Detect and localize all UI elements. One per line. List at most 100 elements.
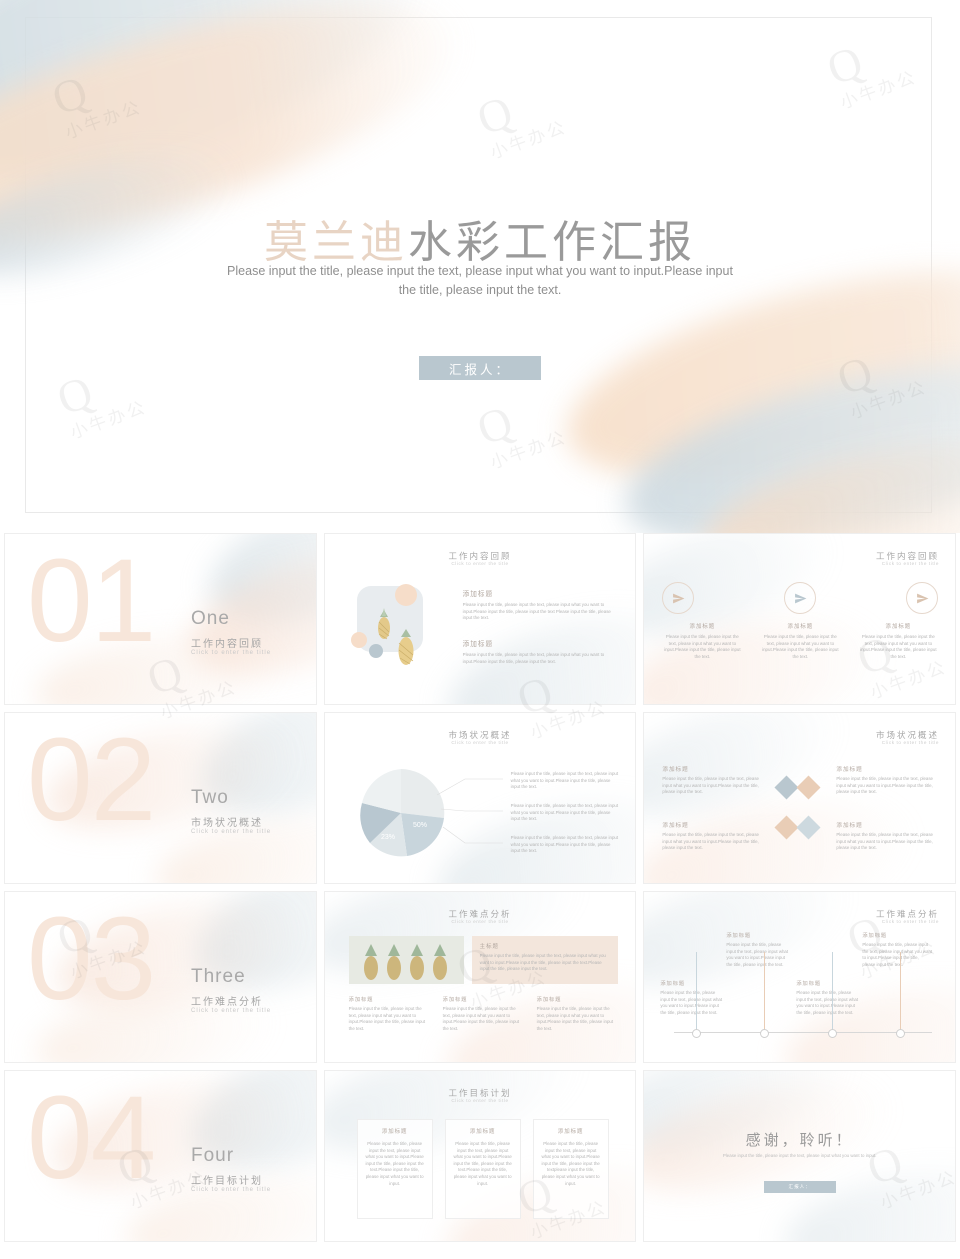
slide-subtitle: Click to enter the title	[451, 740, 509, 745]
block-text: Please input the title, please input the…	[662, 832, 760, 851]
svg-text:50%: 50%	[413, 822, 427, 829]
slide-section-03[interactable]: 03 Three 工作难点分析 Click to enter the title	[4, 891, 317, 1063]
block-topleft: 添加标题 Please input the title, please inpu…	[662, 765, 768, 796]
block-text: Please input the title, please input the…	[462, 652, 605, 664]
step-label: 添加标题	[660, 981, 686, 987]
reporter-badge[interactable]: 汇报人：	[419, 356, 541, 380]
slide-subtitle: Click to enter the title	[451, 919, 509, 924]
column-text: Please input the title, please input the…	[762, 634, 839, 659]
diamond-badge[interactable]	[774, 815, 799, 840]
slide-1c-content[interactable]: 工作内容回顾 Click to enter the title 添加标题 Ple…	[643, 533, 957, 705]
slide-row-2: 02 Two 市场状况概述 Click to enter the title 市…	[0, 712, 960, 891]
timeline-dot[interactable]	[692, 1029, 702, 1038]
block-label: 添加标题	[836, 823, 863, 829]
slide-section-04[interactable]: 04 Four 工作目标计划 Click to enter the title	[4, 1070, 317, 1242]
section-title-cn: 工作目标计划	[191, 1176, 263, 1187]
panel-text: Please input the title, please input the…	[479, 953, 606, 972]
block-label: 添加标题	[662, 823, 689, 829]
chart-note-2: Please input the title, please input the…	[510, 803, 619, 822]
send-icon[interactable]	[662, 582, 695, 614]
section-subtitle: Click to enter the title	[191, 1008, 272, 1014]
slide-1b-content[interactable]: 工作内容回顾 Click to enter the title 添加标题 Ple…	[323, 533, 637, 705]
section-subtitle: Click to enter the title	[191, 829, 272, 835]
block-bottomleft: 添加标题 Please input the title, please inpu…	[662, 821, 768, 852]
diamond-badge[interactable]	[796, 815, 821, 840]
step-label: 添加标题	[862, 933, 888, 939]
section-title-cn: 工作内容回顾	[191, 639, 263, 650]
step-label: 添加标题	[726, 933, 752, 939]
slide-2b-chart[interactable]: 市场状况概述 Click to enter the title 23% 50% …	[323, 712, 637, 884]
section-title-en: One	[191, 608, 230, 629]
block-label: 添加标题	[462, 641, 494, 648]
timeline-dot[interactable]	[760, 1029, 770, 1038]
section-title-en: Three	[191, 966, 246, 987]
block-label: 添加标题	[662, 767, 689, 773]
column-label: 添加标题	[885, 624, 912, 630]
slide-row-4: 04 Four 工作目标计划 Click to enter the title …	[0, 1070, 960, 1249]
item-text: Please input the title, please input the…	[348, 1006, 426, 1031]
timeline-connector-3	[832, 952, 834, 1032]
bottom-item-1: 添加标题 Please input the title, please inpu…	[349, 996, 429, 1032]
column-text: Please input the title, please input the…	[860, 634, 937, 659]
step-label: 添加标题	[796, 981, 822, 987]
page-title: 莫兰迪水彩工作汇报	[0, 206, 960, 270]
section-title-en: Four	[191, 1145, 235, 1166]
step-text: Please input the title, please input the…	[660, 990, 723, 1015]
plan-card-3[interactable]: 添加标题 Please input the title, please inpu…	[532, 1119, 609, 1219]
block-text: Please input the title, please input the…	[836, 776, 934, 795]
block-label: 添加标题	[836, 767, 863, 773]
page-title-main: 水彩工作汇报	[408, 217, 696, 268]
card-text: Please input the title, please input the…	[541, 1141, 600, 1186]
slide-3c-timeline[interactable]: 工作难点分析 Click to enter the title 添加标题 Ple…	[643, 891, 957, 1063]
slide-section-01[interactable]: 01 One 工作内容回顾 Click to enter the title	[4, 533, 317, 705]
diamond-badge[interactable]	[796, 775, 821, 800]
column-text: Please input the title, please input the…	[664, 634, 741, 659]
section-number: 01	[27, 535, 156, 667]
hero-slide: 莫兰迪水彩工作汇报 Please input the title, please…	[0, 0, 960, 533]
bottom-item-row: 添加标题 Please input the title, please inpu…	[349, 996, 617, 1032]
plan-card-2[interactable]: 添加标题 Please input the title, please inpu…	[444, 1119, 521, 1219]
section-number: 04	[27, 1072, 156, 1204]
section-title-cn: 工作难点分析	[191, 997, 263, 1008]
slide-4c-thanks[interactable]: 感谢，聆听！ Please input the title, please in…	[643, 1070, 957, 1242]
item-label: 添加标题	[348, 997, 374, 1003]
reporter-badge[interactable]: 汇报人：	[763, 1181, 836, 1193]
block-text: Please input the title, please input the…	[462, 602, 611, 621]
timeline-axis	[674, 1032, 933, 1033]
block-bottomright: 添加标题 Please input the title, please inpu…	[836, 821, 942, 852]
slide-subtitle: Click to enter the title	[451, 1098, 509, 1103]
send-icon[interactable]	[906, 582, 939, 614]
slide-subtitle: Click to enter the title	[881, 740, 940, 745]
block-label: 添加标题	[462, 591, 494, 598]
card-text: Please input the title, please input the…	[365, 1141, 424, 1186]
card-label: 添加标题	[469, 1129, 496, 1135]
item-text: Please input the title, please input the…	[442, 1006, 520, 1031]
item-label: 添加标题	[442, 997, 468, 1003]
slide-2c-content[interactable]: 市场状况概述 Click to enter the title 添加标题 Ple…	[643, 712, 957, 884]
send-icon[interactable]	[784, 582, 817, 614]
image-placeholder	[348, 936, 464, 984]
diamond-group-bottom	[774, 815, 824, 863]
panel-label: 主标题	[479, 944, 499, 950]
bottom-item-2: 添加标题 Please input the title, please inpu…	[443, 996, 523, 1032]
plan-card-1[interactable]: 添加标题 Please input the title, please inpu…	[356, 1119, 433, 1219]
item-text: Please input the title, please input the…	[536, 1006, 614, 1031]
image-placeholder	[349, 582, 441, 674]
thanks-title: 感谢，聆听！	[745, 1132, 854, 1149]
block-text: Please input the title, please input the…	[836, 832, 934, 851]
diamond-badge[interactable]	[774, 775, 799, 800]
section-title-cn: 市场状况概述	[191, 818, 263, 829]
card-label: 添加标题	[381, 1129, 408, 1135]
text-block-2: 添加标题 Please input the title, please inpu…	[463, 638, 615, 665]
slide-3b-content[interactable]: 工作难点分析 Click to enter the title 主标题 Plea…	[323, 891, 637, 1063]
slide-4b-content[interactable]: 工作目标计划 Click to enter the title 添加标题 Ple…	[323, 1070, 637, 1242]
slide-subtitle: Click to enter the title	[881, 561, 940, 566]
chart-note-1: Please input the title, please input the…	[510, 771, 619, 790]
column-label: 添加标题	[787, 624, 814, 630]
step-text: Please input the title, please input the…	[796, 990, 859, 1015]
main-text-panel: 主标题 Please input the title, please input…	[471, 936, 618, 984]
slide-section-02[interactable]: 02 Two 市场状况概述 Click to enter the title	[4, 712, 317, 884]
svg-text:23%: 23%	[381, 834, 395, 841]
card-label: 添加标题	[557, 1129, 584, 1135]
timeline-connector-2	[764, 952, 766, 1032]
